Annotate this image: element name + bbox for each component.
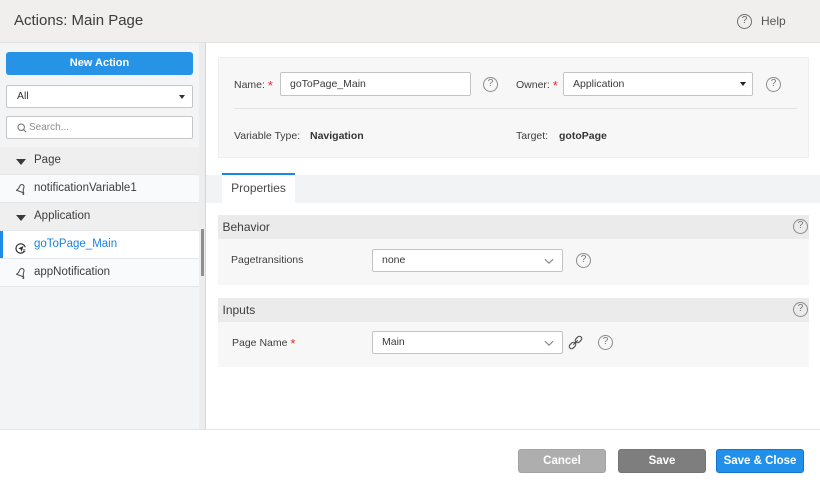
tree-item-label: appNotification: [34, 266, 111, 278]
selected-indicator: [0, 231, 3, 258]
search-box[interactable]: [6, 116, 193, 139]
behavior-section-body: Pagetransitions none: [218, 239, 809, 285]
name-help-icon[interactable]: [483, 77, 498, 92]
help-label[interactable]: Help: [761, 14, 786, 29]
filter-dropdown[interactable]: All: [6, 85, 193, 108]
dialog-footer: Cancel Save Save & Close: [0, 429, 820, 488]
required-asterisk: *: [267, 77, 273, 93]
tree-group-application[interactable]: Application: [0, 203, 199, 231]
inputs-section-body: Page Name * Main: [218, 322, 809, 367]
save-and-close-button[interactable]: Save & Close: [716, 449, 804, 473]
page-name-value: Main: [382, 336, 405, 348]
page-name-help-icon[interactable]: [598, 335, 613, 350]
owner-select[interactable]: Application: [563, 72, 753, 96]
scrollbar-thumb[interactable]: [201, 229, 204, 276]
filter-value: All: [17, 90, 29, 102]
new-action-button[interactable]: New Action: [6, 52, 193, 75]
tree-item-label: notificationVariable1: [34, 182, 137, 194]
owner-help-icon[interactable]: [766, 77, 781, 92]
inputs-help-icon[interactable]: [793, 302, 808, 317]
dialog-header: Actions: Main Page Help: [0, 0, 820, 43]
navigate-icon: [15, 242, 26, 254]
help-icon[interactable]: [737, 14, 752, 29]
sidebar-scrollbar[interactable]: [199, 43, 206, 429]
owner-value: Application: [573, 78, 625, 90]
bell-icon: [15, 268, 25, 280]
target-value: gotoPage: [559, 130, 607, 142]
cancel-button[interactable]: Cancel: [518, 449, 606, 473]
section-title: Behavior: [222, 220, 270, 234]
tab-properties[interactable]: Properties: [222, 173, 295, 203]
page-name-label: Page Name *: [232, 335, 296, 351]
target-label: Target:: [516, 130, 549, 142]
search-icon: [17, 123, 27, 133]
link-icon[interactable]: [568, 335, 583, 350]
pagetransitions-label: Pagetransitions: [231, 254, 304, 266]
tree-item-label: goToPage_Main: [34, 238, 118, 250]
variable-type-value: Navigation: [310, 130, 364, 142]
pagetransitions-help-icon[interactable]: [576, 253, 591, 268]
tree-group-label: Page: [34, 154, 61, 166]
behavior-help-icon[interactable]: [793, 219, 808, 234]
name-input[interactable]: [280, 72, 471, 96]
chevron-down-icon: [544, 340, 554, 347]
tree-group-label: Application: [34, 210, 91, 222]
actions-sidebar: New Action All Page notification: [0, 43, 199, 429]
page-title: Actions: Main Page: [14, 12, 144, 29]
name-label: Name: *: [234, 77, 273, 93]
chevron-down-icon: [544, 258, 554, 265]
required-asterisk: *: [290, 335, 296, 351]
variable-type-label: Variable Type:: [234, 130, 301, 142]
caret-down-icon: [740, 82, 746, 86]
save-button[interactable]: Save: [618, 449, 706, 473]
panel-divider: [234, 108, 797, 109]
pagetransitions-value: none: [382, 254, 406, 266]
tree-item-goToPage-Main[interactable]: goToPage_Main: [0, 231, 199, 259]
tree-item-appNotification[interactable]: appNotification: [0, 259, 199, 287]
action-detail-panel: Name: * Owner: * Application Variable Ty…: [206, 43, 820, 429]
inputs-section-header: Inputs: [218, 298, 809, 322]
bell-icon: [15, 184, 25, 196]
section-title: Inputs: [222, 303, 256, 317]
action-summary-panel: Name: * Owner: * Application Variable Ty…: [218, 57, 809, 158]
tab-strip: Properties: [206, 173, 820, 203]
collapse-triangle-icon[interactable]: [16, 159, 26, 165]
tree-item-notificationVariable1[interactable]: notificationVariable1: [0, 175, 199, 203]
search-input[interactable]: [29, 118, 179, 137]
behavior-section-header: Behavior: [218, 215, 809, 239]
caret-down-icon: [179, 95, 185, 99]
tree-group-page[interactable]: Page: [0, 147, 199, 175]
collapse-triangle-icon[interactable]: [16, 215, 26, 221]
owner-label: Owner: *: [516, 77, 558, 93]
required-asterisk: *: [552, 77, 558, 93]
page-name-dropdown[interactable]: Main: [372, 331, 563, 354]
actions-tree: Page notificationVariable1 Application g…: [0, 147, 199, 287]
pagetransitions-dropdown[interactable]: none: [372, 249, 563, 272]
